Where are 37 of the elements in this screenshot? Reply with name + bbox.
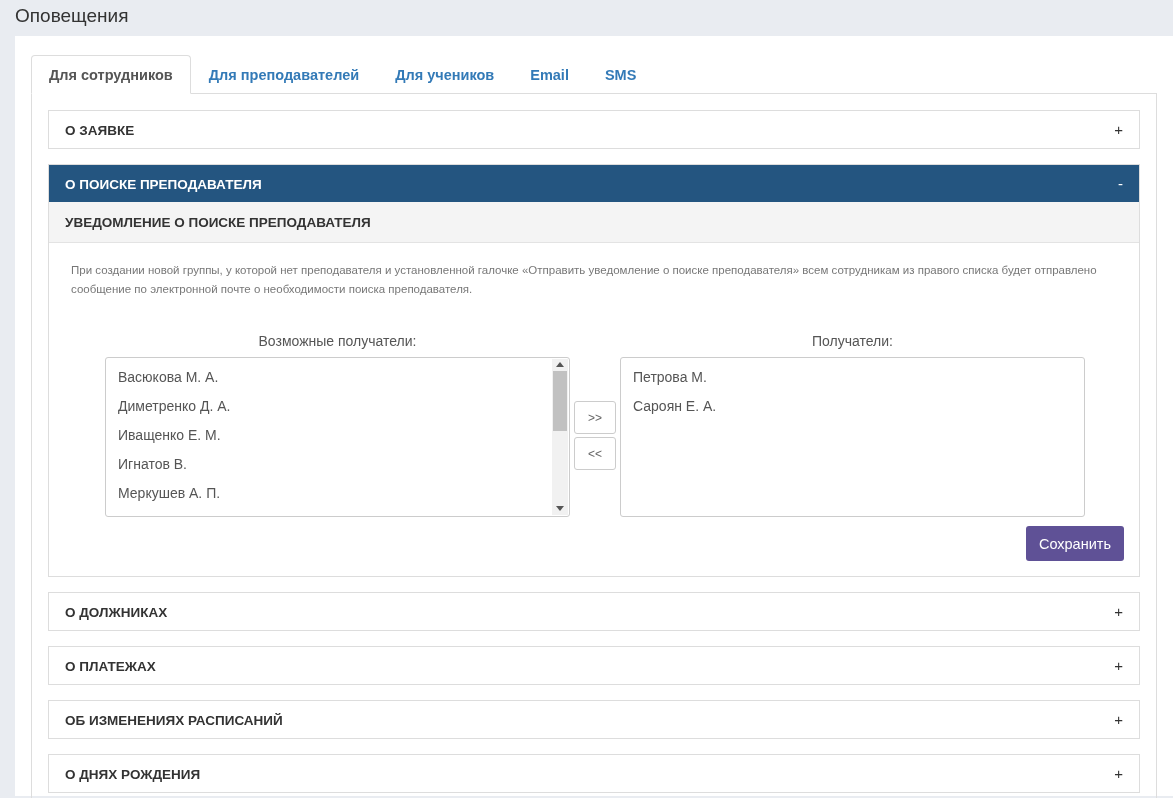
scroll-down-icon[interactable] — [556, 506, 564, 511]
recipients-list[interactable]: Петрова М. Сароян Е. А. — [620, 357, 1085, 517]
tab[interactable]: Для преподавателей — [190, 55, 378, 94]
list-item[interactable]: Сароян Е. А. — [621, 395, 1084, 424]
page-title: Оповещения — [15, 4, 129, 28]
list-item[interactable]: Игнатов В. — [106, 453, 551, 482]
accordion-header[interactable]: О ЗАЯВКЕ + — [49, 111, 1139, 148]
tab[interactable]: Для учеников — [377, 55, 513, 94]
list-label: Получатели: — [812, 333, 893, 351]
save-button[interactable]: Сохранить — [1025, 526, 1124, 561]
list-item[interactable]: Диметренко Д. А. — [106, 395, 551, 424]
scrollbar[interactable] — [552, 359, 568, 515]
expand-toggle[interactable]: + — [1114, 121, 1123, 138]
list-label: Возможные получатели: — [258, 333, 417, 351]
accordion-header[interactable]: О ДОЛЖНИКАХ + — [49, 593, 1139, 630]
move-left-button[interactable]: << — [574, 437, 616, 470]
expand-toggle[interactable]: + — [1114, 603, 1123, 620]
list-item[interactable]: Петрова М. — [621, 366, 1084, 395]
expand-toggle[interactable]: + — [1114, 711, 1123, 728]
description: При создании новой группы, у которой нет преподавателя и установленной галочке «Отправить уведомление о поиске преподавателя» всем сотрудникам из правого списка будет отправлено сообщение по электронной почте о необходимости поиска преподавателя. — [71, 263, 1098, 297]
list-item[interactable]: Васюкова М. А. — [106, 366, 551, 395]
expand-toggle[interactable]: + — [1114, 765, 1123, 782]
accordion-header[interactable]: О ПОИСКЕ ПРЕПОДАВАТЕЛЯ - — [49, 165, 1139, 202]
scroll-up-icon[interactable] — [556, 362, 564, 367]
available-list[interactable]: Васюкова М. А. Диметренко Д. А. Иващенко Е. М. Игнатов В. Меркушев А. П. — [105, 357, 570, 517]
collapse-toggle[interactable]: - — [1118, 175, 1123, 192]
tab[interactable]: Для сотрудников — [31, 55, 191, 94]
subsection-header: УВЕДОМЛЕНИЕ О ПОИСКЕ ПРЕПОДАВАТЕЛЯ — [49, 202, 1139, 243]
accordion-header[interactable]: О ДНЯХ РОЖДЕНИЯ + — [49, 755, 1139, 792]
accordion-header[interactable]: О ПЛАТЕЖАХ + — [49, 647, 1139, 684]
accordion-header[interactable]: ОБ ИЗМЕНЕНИЯХ РАСПИСАНИЙ + — [49, 701, 1139, 738]
tab[interactable]: Email — [512, 55, 587, 94]
tab[interactable]: SMS — [586, 55, 655, 94]
list-item[interactable]: Меркушев А. П. — [106, 482, 551, 511]
move-right-button[interactable]: >> — [574, 401, 616, 434]
expand-toggle[interactable]: + — [1114, 657, 1123, 674]
list-item[interactable]: Иващенко Е. М. — [106, 424, 551, 453]
